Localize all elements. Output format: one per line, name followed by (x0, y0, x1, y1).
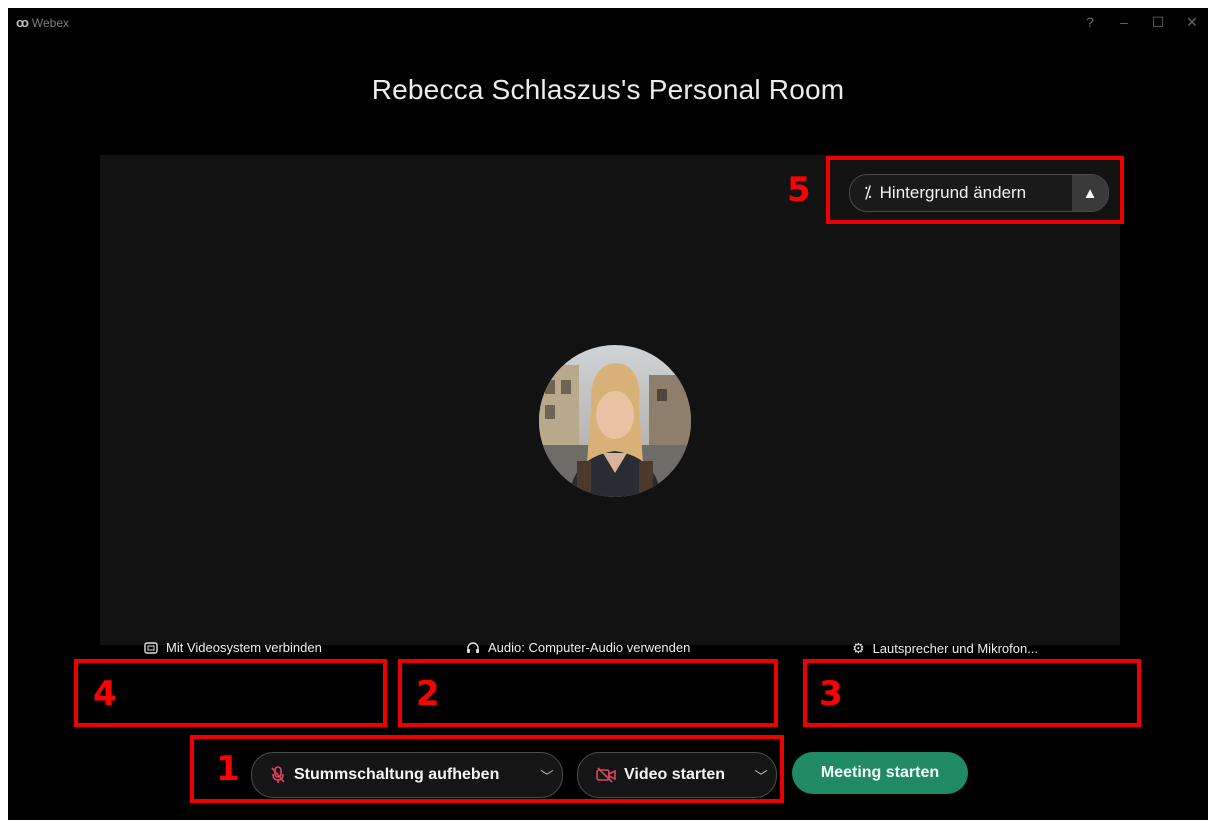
close-icon[interactable]: ✕ (1184, 14, 1200, 31)
change-background-label: Hintergrund ändern (879, 183, 1027, 202)
audio-option-button[interactable]: Audio: Computer-Audio verwenden (466, 640, 690, 655)
video-preview (100, 155, 1120, 645)
connect-video-system-label: Mit Videosystem verbinden (166, 640, 322, 655)
headset-icon (467, 641, 479, 653)
chevron-down-icon[interactable]: ﹀ (746, 766, 776, 785)
start-video-label: Video starten (624, 766, 726, 783)
annotation-number-2: 2 (416, 674, 440, 714)
webex-window: oo Webex ? – ☐ ✕ Rebecca Schlaszus's Per… (8, 8, 1208, 820)
muted-microphone-icon (271, 766, 285, 783)
avatar (539, 345, 691, 497)
start-video-button[interactable]: Video starten ﹀ (577, 752, 777, 798)
speaker-microphone-label: Lautsprecher und Mikrofon... (872, 641, 1039, 656)
chevron-down-icon[interactable]: ﹀ (532, 766, 562, 785)
title-bar: oo Webex ? – ☐ ✕ (8, 8, 1208, 38)
unmute-label: Stummschaltung aufheben (294, 766, 500, 783)
change-background-button[interactable]: ⁒ Hintergrund ändern ▲ (849, 174, 1109, 212)
audio-option-label: Audio: Computer-Audio verwenden (488, 640, 691, 655)
app-name: oo Webex (16, 15, 69, 30)
start-meeting-button[interactable]: Meeting starten (792, 752, 968, 794)
app-name-label: Webex (31, 15, 70, 30)
window-controls: ? – ☐ ✕ (1082, 14, 1200, 31)
help-icon[interactable]: ? (1082, 14, 1098, 31)
annotation-number-5: 5 (787, 170, 811, 210)
minimize-icon[interactable]: – (1116, 14, 1132, 31)
unmute-button[interactable]: Stummschaltung aufheben ﹀ (251, 752, 563, 798)
maximize-icon[interactable]: ☐ (1150, 14, 1166, 31)
annotation-number-1: 1 (216, 749, 240, 789)
chevron-up-icon[interactable]: ▲ (1072, 175, 1108, 211)
annotation-number-3: 3 (819, 674, 843, 714)
webex-logo-icon: oo (16, 15, 29, 30)
annotation-number-4: 4 (93, 674, 117, 714)
magic-wand-icon: ⁒ (864, 183, 872, 202)
speaker-microphone-button[interactable]: ⚙ Lautsprecher und Mikrofon... (852, 640, 1038, 657)
video-off-icon (596, 767, 616, 783)
connect-video-system-button[interactable]: Mit Videosystem verbinden (144, 640, 322, 655)
room-title: Rebecca Schlaszus's Personal Room (371, 74, 845, 105)
gear-icon: ⚙ (852, 640, 865, 656)
video-system-icon (144, 641, 158, 654)
